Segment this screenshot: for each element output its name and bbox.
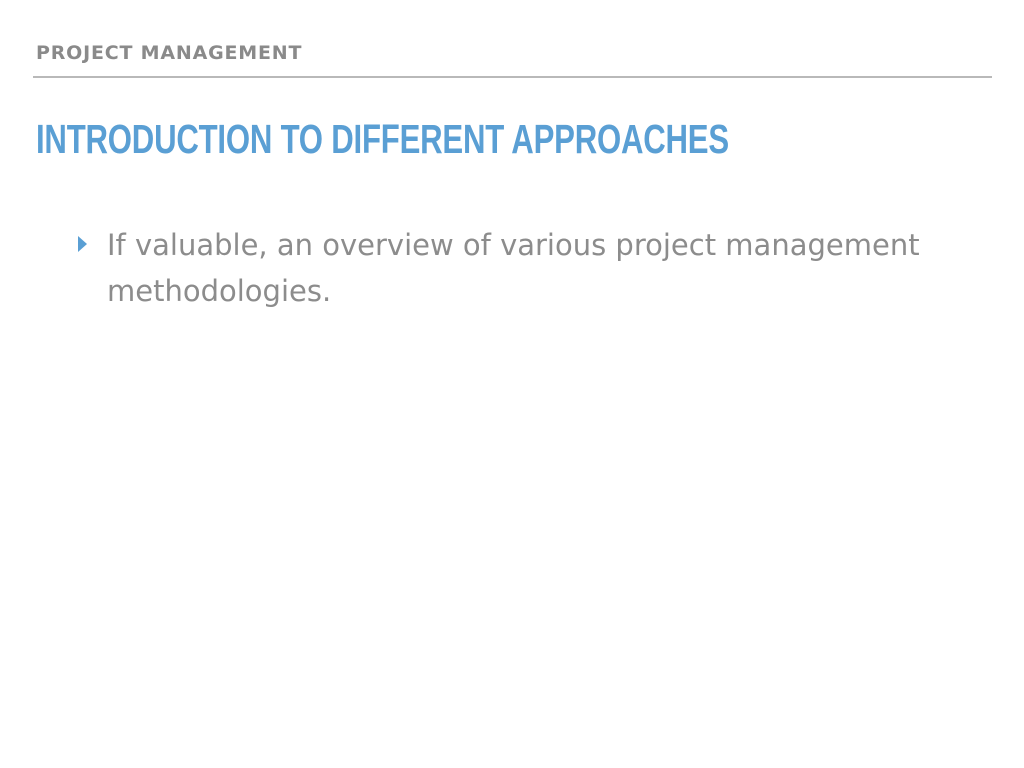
slide: PROJECT MANAGEMENT INTRODUCTION TO DIFFE… (0, 0, 1024, 768)
section-header: PROJECT MANAGEMENT (36, 42, 303, 64)
bullet-item: If valuable, an overview of various proj… (76, 222, 986, 314)
triangle-bullet-icon (78, 236, 87, 252)
bullet-list: If valuable, an overview of various proj… (76, 222, 986, 314)
header-divider (33, 76, 992, 78)
bullet-text: If valuable, an overview of various proj… (107, 228, 920, 308)
slide-title: INTRODUCTION TO DIFFERENT APPROACHES (36, 116, 729, 162)
